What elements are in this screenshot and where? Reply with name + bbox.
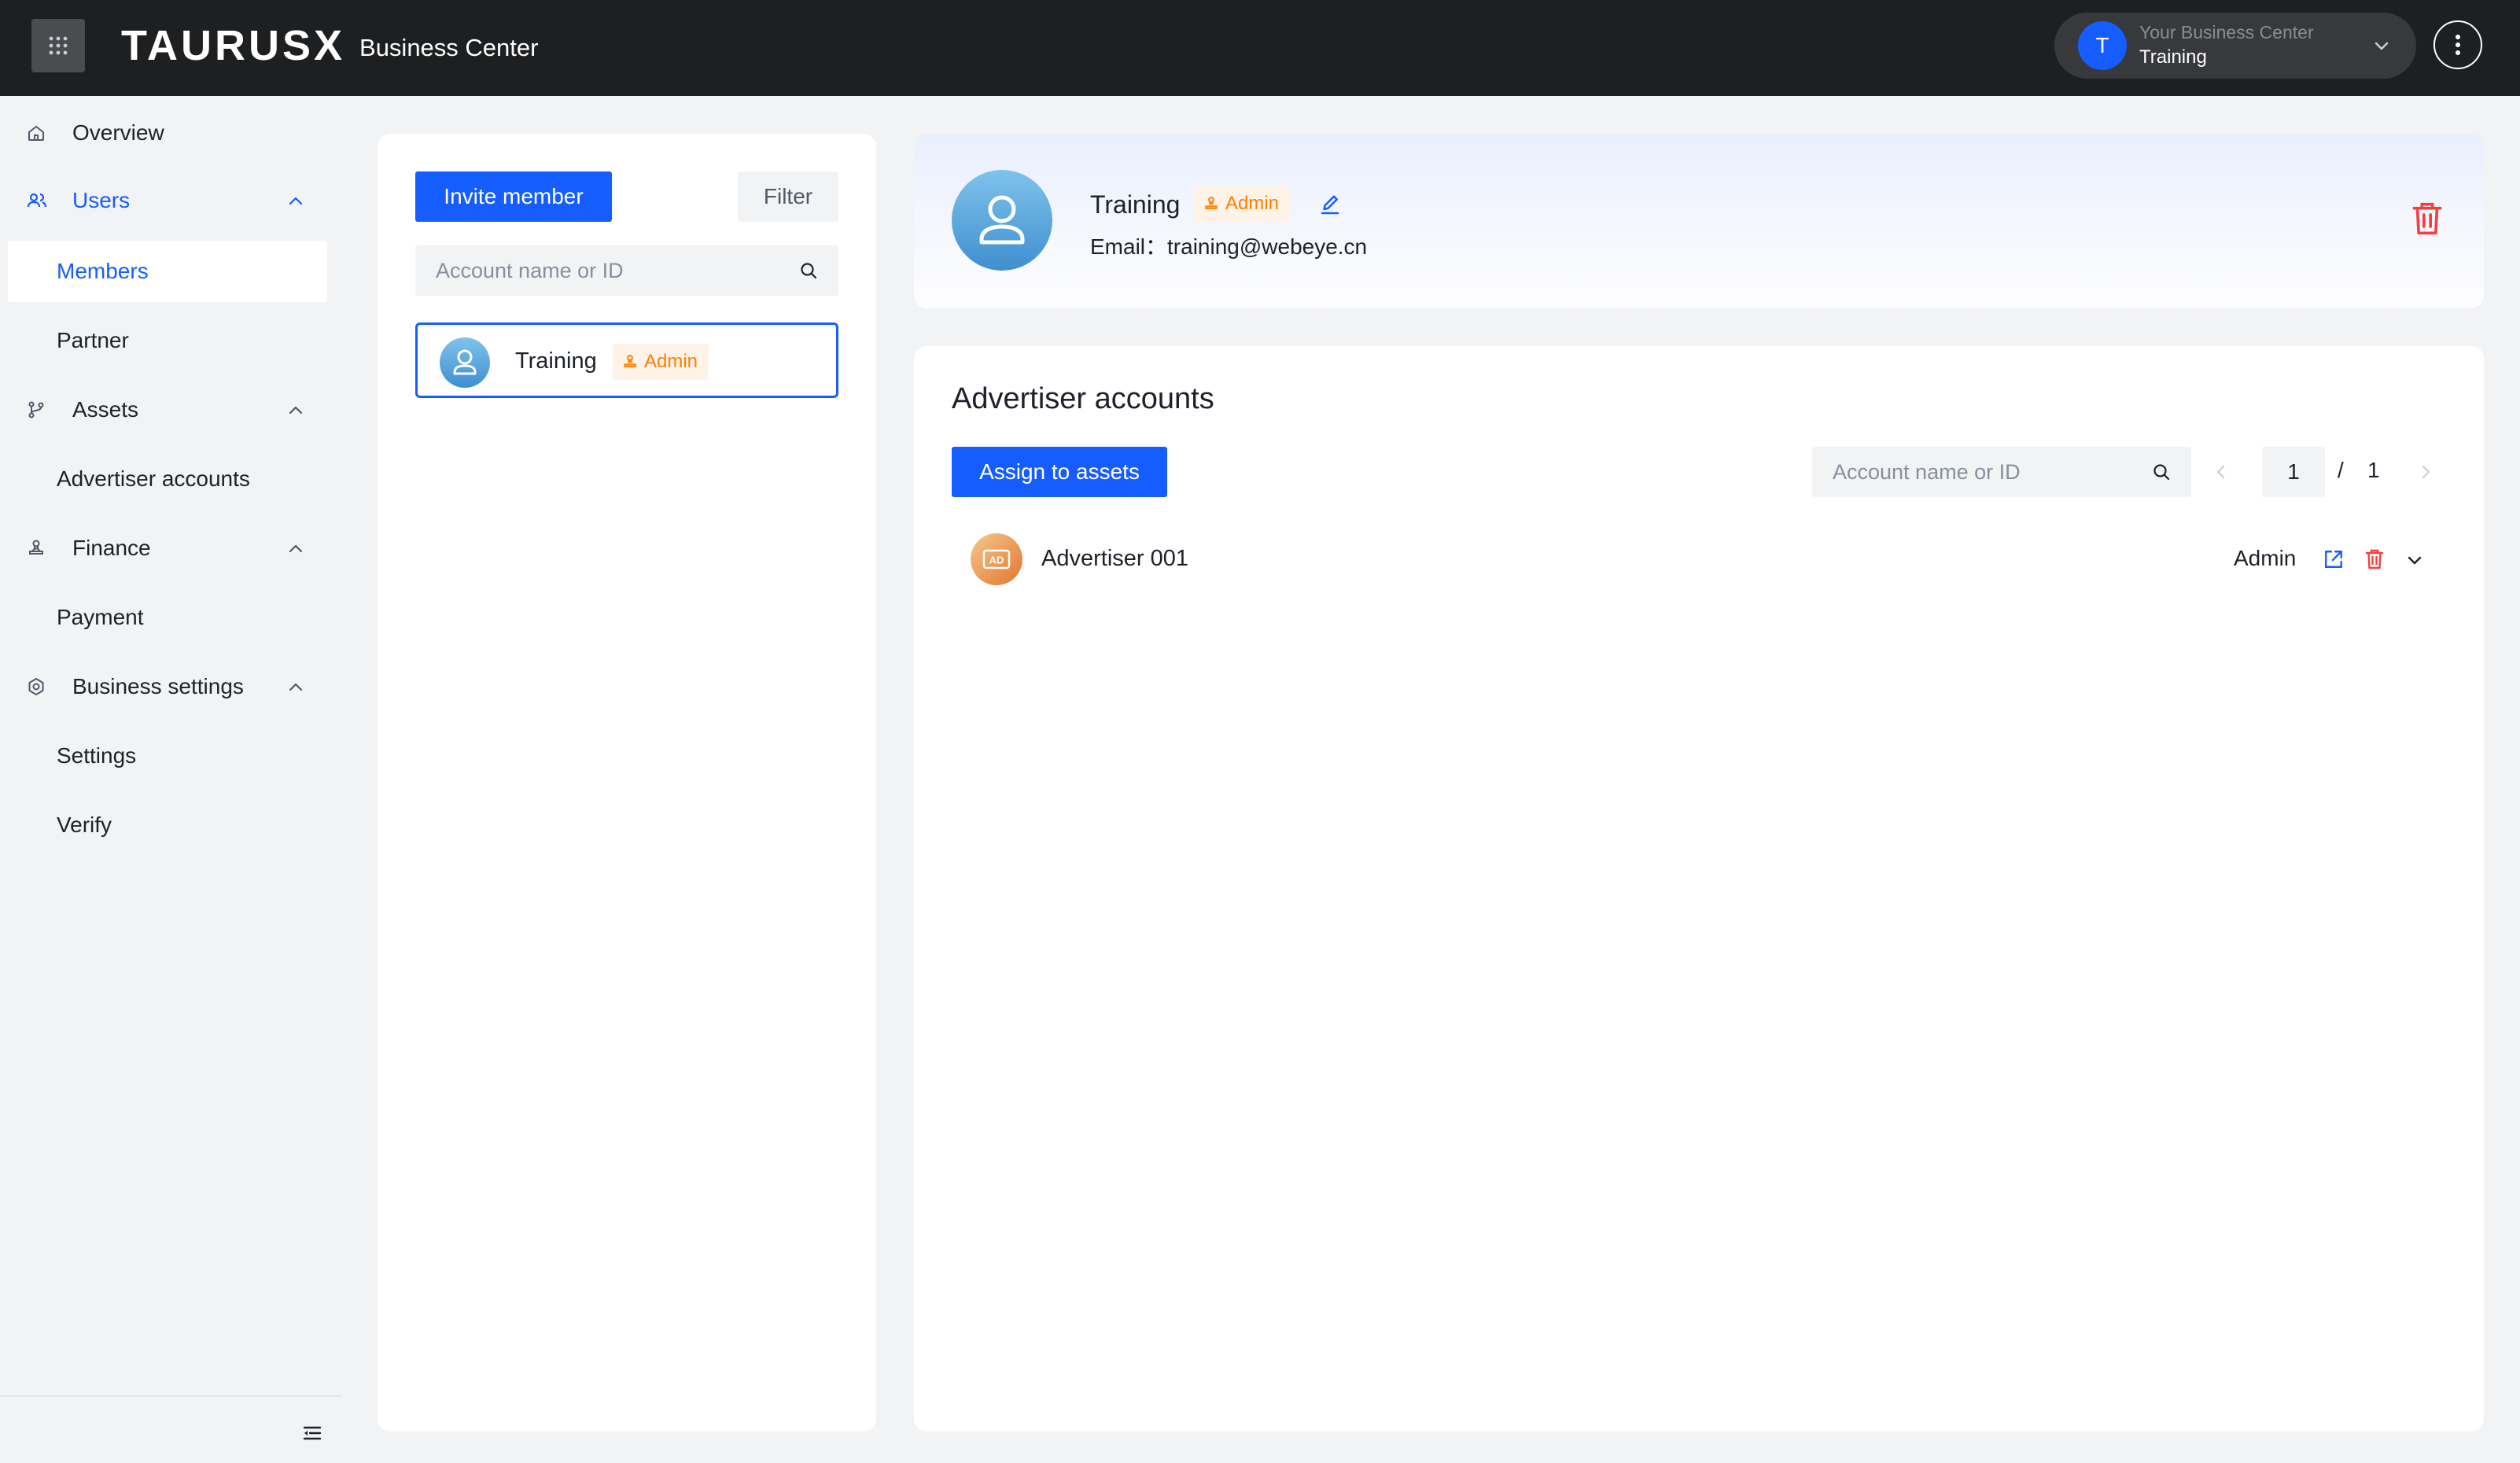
- advertiser-role: Admin: [2234, 546, 2297, 570]
- apps-menu-button[interactable]: [31, 19, 85, 72]
- sidebar-item-users[interactable]: Users: [0, 170, 341, 231]
- branch-icon: [28, 401, 44, 418]
- sidebar-item-overview[interactable]: Overview: [0, 102, 341, 164]
- sidebar-divider: [0, 1395, 341, 1397]
- chevron-right-icon[interactable]: [2416, 462, 2435, 481]
- member-email: Email：training@webeye.cn: [1090, 234, 1368, 259]
- section-title: Advertiser accounts: [952, 382, 1214, 415]
- chevron-down-icon: [2374, 42, 2389, 50]
- stamp-icon: [1205, 197, 1218, 209]
- chevron-down-icon[interactable]: [2405, 551, 2424, 569]
- chevron-left-icon[interactable]: [2212, 462, 2231, 481]
- admin-badge-label: Admin: [644, 351, 698, 372]
- page-separator: /: [2338, 458, 2344, 482]
- sidebar-item-verify[interactable]: Verify: [8, 794, 327, 856]
- admin-badge: Admin: [613, 344, 709, 380]
- member-detail-header: Training Admin Email：training@webeye.cn: [914, 134, 2484, 308]
- member-list-item[interactable]: Training Admin: [415, 322, 838, 398]
- invite-member-button[interactable]: Invite member: [415, 171, 612, 222]
- sidebar-item-label: Settings: [57, 743, 137, 768]
- sidebar-collapse-button[interactable]: [302, 1424, 322, 1443]
- pencil-icon[interactable]: [1318, 193, 1342, 217]
- trash-icon[interactable]: [2411, 201, 2443, 236]
- sidebar-item-payment[interactable]: Payment: [8, 587, 327, 648]
- top-bar: TAURUSX Business Center T Your Business …: [0, 0, 2520, 96]
- sidebar: Overview Users Members Partner Assets Ad…: [0, 96, 341, 1463]
- users-icon: [27, 193, 47, 208]
- sidebar-item-label: Assets: [72, 397, 139, 422]
- member-name: Training: [515, 348, 597, 374]
- more-options-button[interactable]: [2433, 20, 2482, 69]
- business-center-name: Training: [2139, 46, 2207, 68]
- sidebar-item-label: Business settings: [72, 674, 244, 698]
- advertiser-avatar: AD: [971, 533, 1022, 585]
- sidebar-item-advertiser-accounts[interactable]: Advertiser accounts: [8, 448, 327, 510]
- stamp-icon: [624, 355, 636, 367]
- business-center-label: Your Business Center: [2139, 22, 2314, 42]
- external-link-icon[interactable]: [2323, 549, 2344, 569]
- stamp-icon: [29, 540, 43, 555]
- account-search-input[interactable]: Account name or ID: [1812, 447, 2191, 497]
- sidebar-item-label: Finance: [72, 536, 151, 560]
- sidebar-item-label: Users: [72, 188, 131, 212]
- member-detail-name: Training: [1090, 190, 1181, 219]
- advertiser-avatar-text: AD: [989, 555, 1004, 566]
- sidebar-item-label: Members: [57, 259, 149, 283]
- chevron-up-icon: [289, 544, 303, 553]
- page-number-input[interactable]: 1: [2262, 447, 2325, 497]
- sidebar-item-label: Overview: [72, 120, 164, 145]
- member-search-input[interactable]: Account name or ID: [415, 245, 838, 296]
- product-name: Business Center: [359, 34, 539, 61]
- search-icon: [801, 263, 817, 279]
- chevron-up-icon: [289, 406, 303, 415]
- table-row[interactable]: AD Advertiser 001 Admin: [971, 533, 2449, 585]
- chevron-up-icon: [289, 197, 303, 205]
- sidebar-item-label: Partner: [57, 328, 129, 352]
- page-total: 1: [2367, 458, 2380, 482]
- admin-badge-label: Admin: [1225, 193, 1280, 214]
- sidebar-item-partner[interactable]: Partner: [8, 310, 327, 371]
- sidebar-item-label: Verify: [57, 813, 112, 837]
- advertiser-name: Advertiser 001: [1041, 546, 1188, 571]
- sidebar-item-members[interactable]: Members: [8, 241, 327, 302]
- business-center-avatar: T: [2078, 21, 2127, 70]
- sidebar-item-business-settings[interactable]: Business settings: [0, 656, 341, 717]
- sidebar-item-settings[interactable]: Settings: [8, 725, 327, 787]
- members-panel: Invite member Filter Account name or ID …: [378, 134, 876, 1432]
- menu-collapse-icon: [303, 1426, 322, 1440]
- admin-badge: Admin: [1194, 186, 1291, 222]
- sidebar-item-finance[interactable]: Finance: [0, 518, 341, 579]
- sidebar-item-label: Payment: [57, 605, 144, 629]
- filter-button[interactable]: Filter: [738, 171, 838, 222]
- gear-icon: [28, 678, 44, 695]
- more-vertical-icon: [2456, 35, 2460, 55]
- search-placeholder: Account name or ID: [1833, 459, 2021, 484]
- brand-logo: TAURUSX: [121, 22, 346, 69]
- user-avatar-icon: [952, 170, 1052, 271]
- search-icon: [2153, 464, 2170, 481]
- user-avatar-icon: [440, 337, 490, 388]
- trash-icon[interactable]: [2364, 549, 2385, 569]
- assign-to-assets-button[interactable]: Assign to assets: [952, 447, 1167, 497]
- brand[interactable]: TAURUSX Business Center: [121, 22, 538, 69]
- sidebar-item-label: Advertiser accounts: [57, 466, 250, 491]
- grid-icon: [49, 36, 68, 55]
- advertiser-accounts-panel: Advertiser accounts Assign to assets Acc…: [914, 346, 2484, 1432]
- chevron-up-icon: [289, 683, 303, 691]
- search-placeholder: Account name or ID: [436, 258, 624, 282]
- business-center-switcher[interactable]: T Your Business Center Training: [2054, 13, 2416, 79]
- sidebar-item-assets[interactable]: Assets: [0, 379, 341, 440]
- home-icon: [28, 126, 44, 141]
